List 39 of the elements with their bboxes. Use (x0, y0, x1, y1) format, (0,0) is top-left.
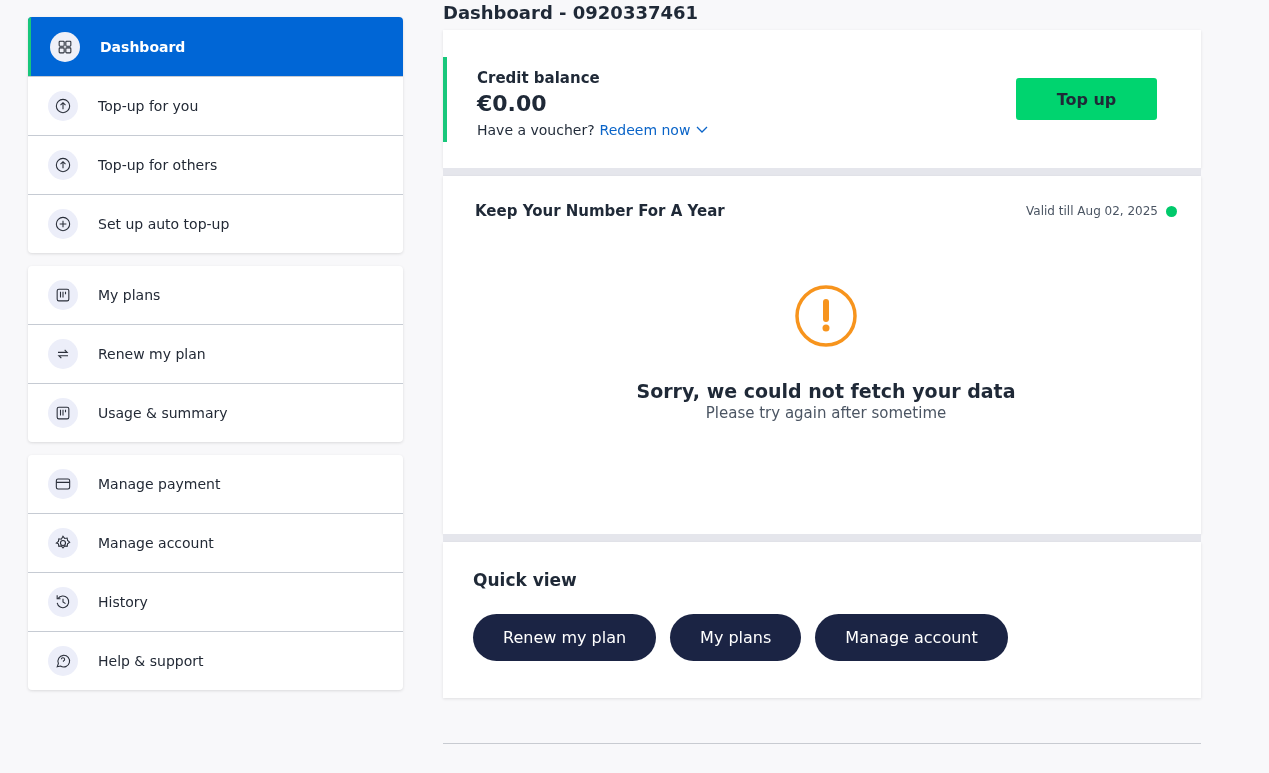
error-title: Sorry, we could not fetch your data (636, 380, 1016, 402)
credit-label: Credit balance (477, 68, 601, 87)
page-title: Dashboard - 0920337461 (443, 2, 700, 25)
credit-amount: €0.00 (477, 90, 548, 116)
top-up-button[interactable]: Top up (1016, 78, 1157, 120)
settings-icon (48, 528, 78, 558)
quick-action-button[interactable]: Renew my plan (473, 614, 657, 661)
board-icon (48, 398, 78, 428)
quick-action-button[interactable]: Manage account (815, 614, 1008, 661)
sidebar-item[interactable]: Top-up for you (28, 76, 403, 135)
sidebar-item[interactable]: Dashboard (28, 17, 403, 76)
arrow-up-icon (48, 91, 78, 121)
plus-icon (48, 209, 78, 239)
grid-icon (50, 31, 80, 62)
sidebar-item[interactable]: History (28, 572, 403, 631)
sidebar-item[interactable]: Usage & summary (28, 383, 403, 442)
chat-question-icon (48, 646, 78, 676)
chevron-down-icon (696, 125, 709, 134)
section-title: Quick view (473, 570, 578, 590)
quick-action-button[interactable]: My plans (670, 614, 802, 661)
arrow-up-icon (48, 150, 78, 180)
sidebar-item[interactable]: Manage payment (28, 455, 403, 513)
arrows-icon (48, 339, 78, 369)
card-title: Keep Your Number For A Year (475, 202, 725, 220)
warning-icon (794, 284, 858, 348)
sidebar-item[interactable]: Top-up for others (28, 135, 403, 194)
redeem-link[interactable]: Redeem now (599, 121, 709, 138)
sidebar-item[interactable]: My plans (28, 266, 403, 324)
validity-text: Valid till Aug 02, 2025 (1026, 204, 1158, 218)
sidebar-item[interactable]: Help & support (28, 631, 403, 690)
status-dot (1166, 205, 1177, 217)
sidebar-item[interactable]: Set up auto top-up (28, 194, 403, 253)
voucher-text: Have a voucher? (477, 121, 595, 138)
sidebar-item[interactable]: Renew my plan (28, 324, 403, 383)
error-message: Please try again after sometime (705, 404, 947, 422)
sidebar-item[interactable]: Manage account (28, 513, 403, 572)
board-icon (48, 280, 78, 310)
card-icon (48, 469, 78, 499)
history-icon (48, 587, 78, 617)
